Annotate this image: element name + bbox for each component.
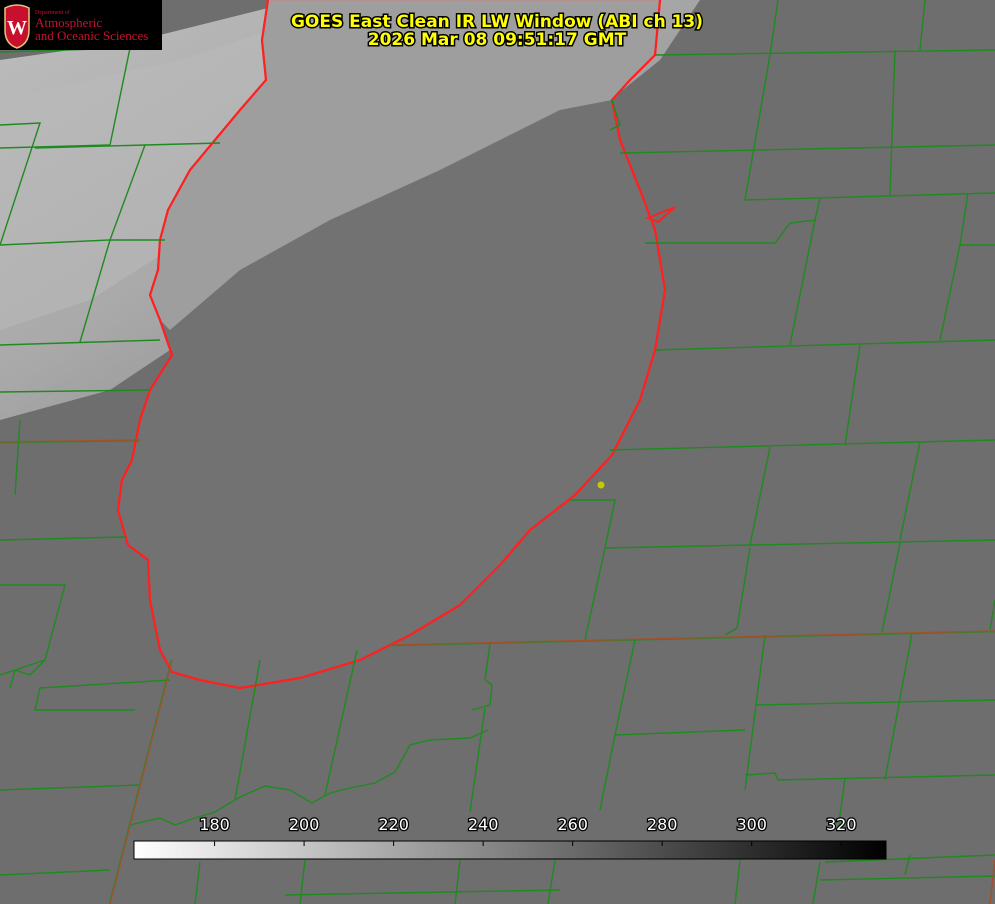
- colorbar-gradient: [133, 840, 887, 860]
- colorbar-tick-label: 260: [557, 815, 588, 834]
- map-title: GOES East Clean IR LW Window (ABI ch 13): [291, 12, 703, 32]
- colorbar-tick-label: 220: [378, 815, 409, 834]
- crest-letter: W: [7, 17, 27, 39]
- colorbar-tick-label: 300: [736, 815, 767, 834]
- colorbar-tick-label: 200: [289, 815, 320, 834]
- colorbar-tick-label: 280: [647, 815, 678, 834]
- colorbar-tick-label: 180: [199, 815, 230, 834]
- logo-line2: and Oceanic Sciences: [35, 28, 148, 43]
- aos-logo: W Department of Atmospheric and Oceanic …: [0, 0, 162, 50]
- satellite-map[interactable]: GOES East Clean IR LW Window (ABI ch 13)…: [0, 0, 995, 904]
- colorbar-tick-label: 240: [468, 815, 499, 834]
- station-marker[interactable]: [597, 481, 605, 489]
- map-timestamp: 2026 Mar 08 09:51:17 GMT: [368, 30, 627, 50]
- colorbar-tick-label: 320: [826, 815, 857, 834]
